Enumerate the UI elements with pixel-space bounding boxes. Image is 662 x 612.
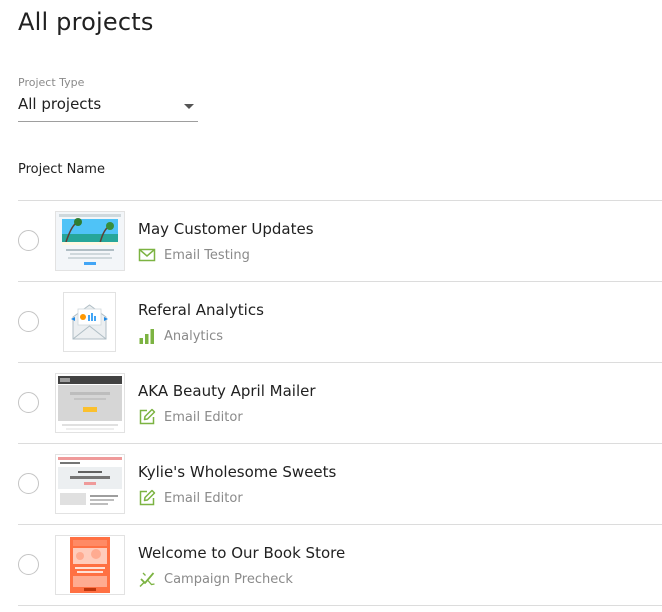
project-select-radio[interactable] [18, 230, 39, 251]
project-select-radio[interactable] [18, 473, 39, 494]
project-row[interactable]: May Customer Updates Email Testing [18, 201, 662, 282]
dropdown-arrow-icon [184, 104, 194, 109]
precheck-icon [138, 570, 156, 588]
project-type-label: Email Testing [164, 247, 250, 263]
beach-email-thumbnail [56, 212, 124, 270]
page-title: All projects [18, 8, 154, 36]
sweets-email-thumbnail [56, 455, 124, 513]
project-row[interactable]: Kylie's Wholesome Sweets Email Editor [18, 444, 662, 525]
project-thumbnail [55, 373, 125, 433]
project-list: May Customer Updates Email Testing Refer… [18, 200, 662, 606]
project-select-radio[interactable] [18, 554, 39, 575]
project-thumbnail [55, 454, 125, 514]
project-type: Analytics [138, 327, 223, 345]
bar-chart-icon [138, 327, 156, 345]
project-type-select[interactable]: All projects [18, 94, 198, 122]
edit-icon [138, 408, 156, 426]
project-type-value: All projects [18, 95, 102, 113]
project-type-label: Campaign Precheck [164, 571, 293, 587]
project-name: Referal Analytics [138, 301, 264, 319]
project-thumbnail [55, 211, 125, 271]
orange-email-thumbnail [56, 536, 124, 594]
project-type-label: Project Type [18, 76, 85, 89]
project-name: Kylie's Wholesome Sweets [138, 463, 337, 481]
project-type-label: Analytics [164, 328, 224, 344]
project-name: Welcome to Our Book Store [138, 544, 346, 562]
project-type-label: Email Editor [164, 490, 243, 506]
project-type: Email Editor [138, 408, 243, 426]
gray-email-thumbnail [56, 374, 124, 432]
project-row[interactable]: AKA Beauty April Mailer Email Editor [18, 363, 662, 444]
edit-icon [138, 489, 156, 507]
project-select-radio[interactable] [18, 392, 39, 413]
project-type: Email Testing [138, 246, 250, 264]
project-row[interactable]: Welcome to Our Book Store Campaign Prech… [18, 525, 662, 606]
project-type: Campaign Precheck [138, 570, 293, 588]
project-type-label: Email Editor [164, 409, 243, 425]
project-row[interactable]: Referal Analytics Analytics [18, 282, 662, 363]
envelope-icon [138, 246, 156, 264]
project-select-radio[interactable] [18, 311, 39, 332]
project-name-column-header: Project Name [18, 162, 105, 177]
project-name: May Customer Updates [138, 220, 314, 238]
project-type: Email Editor [138, 489, 243, 507]
project-thumbnail [55, 535, 125, 595]
project-type-filter: Project Type All projects [18, 76, 198, 122]
project-thumbnail [63, 292, 116, 352]
project-name: AKA Beauty April Mailer [138, 382, 316, 400]
analytics-envelope-thumbnail [64, 293, 115, 351]
